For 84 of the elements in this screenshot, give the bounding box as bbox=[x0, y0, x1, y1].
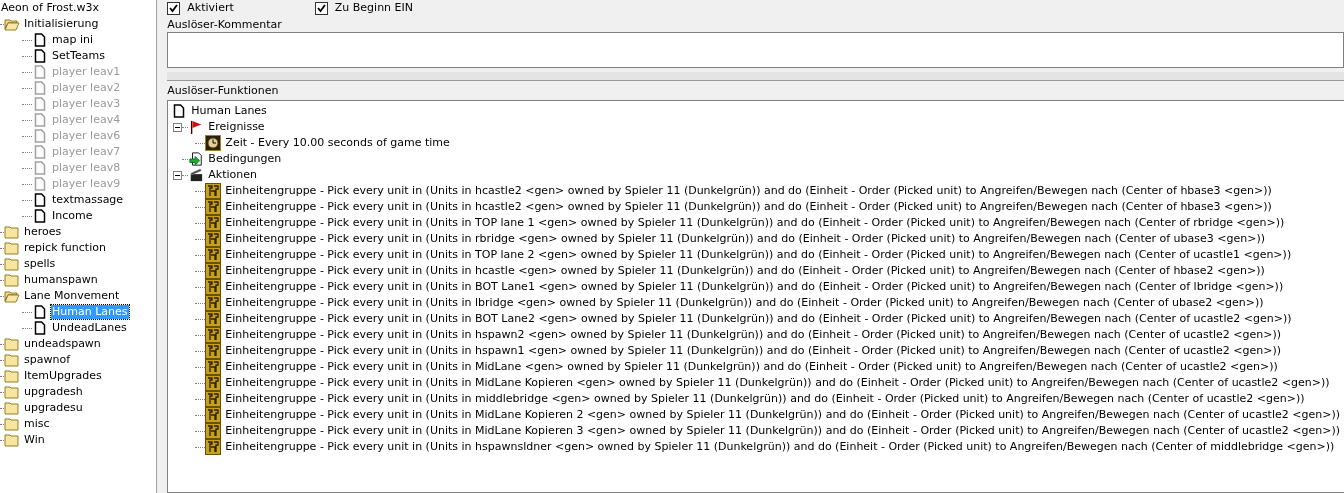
folder-item[interactable]: ItemUpgrades bbox=[23, 369, 103, 383]
trigger-item[interactable]: textmassage bbox=[51, 193, 125, 207]
clapperboard-icon bbox=[188, 168, 205, 182]
function-line[interactable]: Einheitengruppe - Pick every unit in (Units in hspawnsldner <gen> owned by Spieler 11 (Dunkelgrün)) and do (Einheit - Order (Picked unit) to Angreifen/Bewegen nach (Center of middlebridge <gen>)) bbox=[224, 440, 1336, 454]
function-line[interactable]: Einheitengruppe - Pick every unit in (Units in hcastle2 <gen> owned by Spieler 11 (Dunkelgrün)) and do (Einheit - Order (Picked unit) to Angreifen/Bewegen nach (Center of hbase3 <gen>)) bbox=[224, 184, 1273, 198]
trigger-item[interactable]: map ini bbox=[51, 33, 95, 47]
function-line[interactable]: Einheitengruppe - Pick every unit in (Units in MidLane <gen> owned by Spieler 11 (Dunkelgrün)) and do (Einheit - Order (Picked unit) to Angreifen/Bewegen nach (Center of ucastle2 <gen>)) bbox=[224, 360, 1279, 374]
function-line[interactable]: Zeit - Every 10.00 seconds of game time bbox=[224, 136, 451, 150]
function-line[interactable]: Einheitengruppe - Pick every unit in (Units in rbridge <gen> owned by Spieler 11 (Dunkelgrün)) and do (Einheit - Order (Picked unit) to Angreifen/Bewegen nach (Center of ubase3 <gen>)) bbox=[224, 232, 1266, 246]
comment-field[interactable] bbox=[167, 32, 1344, 68]
folder-item[interactable]: upgradesh bbox=[23, 385, 84, 399]
unit-group-icon bbox=[205, 215, 222, 231]
folder-item[interactable]: humanspawn bbox=[23, 273, 99, 287]
page-arrow-icon bbox=[188, 152, 205, 166]
function-line[interactable]: Einheitengruppe - Pick every unit in (Units in BOT Lane1 <gen> owned by Spieler 11 (Dunkelgrün)) and do (Einheit - Order (Picked unit) to Angreifen/Bewegen nach (Center of lbridge <gen>)) bbox=[224, 280, 1285, 294]
checkbox-label: Aktiviert bbox=[186, 1, 235, 15]
folder-item[interactable]: Lane Monvement bbox=[23, 289, 121, 303]
checkbox-label: Zu Beginn EIN bbox=[333, 1, 414, 15]
page-icon bbox=[32, 81, 48, 95]
page-icon bbox=[32, 129, 48, 143]
folder-item[interactable]: spawnof bbox=[23, 353, 72, 367]
page-icon bbox=[32, 113, 48, 127]
trigger-item[interactable]: Income bbox=[51, 209, 94, 223]
function-line[interactable]: Einheitengruppe - Pick every unit in (Units in middlebridge <gen> owned by Spieler 11 (Dunkelgrün)) and do (Einheit - Order (Picked unit) to Angreifen/Bewegen nach (Center of ucastle2 <gen>)) bbox=[224, 392, 1306, 406]
unit-group-icon bbox=[205, 343, 222, 359]
function-line[interactable]: Einheitengruppe - Pick every unit in (Units in MidLane Kopieren 3 <gen> owned by Spieler 11 (Dunkelgrün)) and do (Einheit - Order (Picked unit) to Angreifen/Bewegen nach (Center of ucastle2 <gen>)) bbox=[224, 424, 1341, 438]
trigger-title[interactable]: Human Lanes bbox=[190, 104, 268, 118]
map-file-name[interactable]: Aeon of Frost.w3x bbox=[0, 1, 100, 15]
collapse-toggle-icon[interactable] bbox=[173, 170, 183, 180]
checkbox[interactable] bbox=[167, 1, 181, 15]
clock-icon bbox=[205, 135, 222, 151]
section-label[interactable]: Ereignisse bbox=[207, 120, 266, 134]
unit-group-icon bbox=[205, 439, 222, 455]
page-icon bbox=[32, 321, 48, 335]
unit-group-icon bbox=[205, 391, 222, 407]
folder-item[interactable]: misc bbox=[23, 417, 51, 431]
unit-group-icon bbox=[205, 199, 222, 215]
unit-group-icon bbox=[205, 359, 222, 375]
section-label[interactable]: Aktionen bbox=[207, 168, 259, 182]
function-line[interactable]: Einheitengruppe - Pick every unit in (Units in hspawn2 <gen> owned by Spieler 11 (Dunkelgrün)) and do (Einheit - Order (Picked unit) to Angreifen/Bewegen nach (Center of ucastle2 <gen>)) bbox=[224, 328, 1283, 342]
unit-group-icon bbox=[205, 295, 222, 311]
unit-group-icon bbox=[205, 263, 222, 279]
page-icon bbox=[32, 193, 48, 207]
folder-item[interactable]: undeadspawn bbox=[23, 337, 102, 351]
page-icon bbox=[32, 33, 48, 47]
folder-item[interactable]: heroes bbox=[23, 225, 63, 239]
function-line[interactable]: Einheitengruppe - Pick every unit in (Units in MidLane Kopieren 2 <gen> owned by Spieler 11 (Dunkelgrün)) and do (Einheit - Order (Picked unit) to Angreifen/Bewegen nach (Center of ucastle2 <gen>)) bbox=[224, 408, 1341, 422]
function-line[interactable]: Einheitengruppe - Pick every unit in (Units in hcastle2 <gen> owned by Spieler 11 (Dunkelgrün)) and do (Einheit - Order (Picked unit) to Angreifen/Bewegen nach (Center of hbase3 <gen>)) bbox=[224, 200, 1273, 214]
page-icon bbox=[32, 209, 48, 223]
page-icon bbox=[32, 65, 48, 79]
unit-group-icon bbox=[205, 423, 222, 439]
functions-label: Auslöser-Funktionen bbox=[167, 83, 280, 98]
unit-group-icon bbox=[205, 183, 222, 199]
trigger-item[interactable]: UndeadLanes bbox=[51, 321, 128, 335]
unit-group-icon bbox=[205, 279, 222, 295]
unit-group-icon bbox=[205, 375, 222, 391]
page-icon bbox=[32, 177, 48, 191]
folder-item[interactable]: Initialisierung bbox=[23, 17, 100, 31]
unit-group-icon bbox=[205, 327, 222, 343]
trigger-item[interactable]: SetTeams bbox=[51, 49, 106, 63]
checkbox[interactable] bbox=[314, 1, 328, 15]
unit-group-icon bbox=[205, 311, 222, 327]
unit-group-icon bbox=[205, 231, 222, 247]
function-line[interactable]: Einheitengruppe - Pick every unit in (Units in TOP lane 2 <gen> owned by Spieler 11 (Dunkelgrün)) and do (Einheit - Order (Picked unit) to Angreifen/Bewegen nach (Center of ucastle1 <gen>)) bbox=[224, 248, 1293, 262]
page-icon bbox=[32, 49, 48, 63]
folder-item[interactable]: Win bbox=[23, 433, 46, 447]
section-label[interactable]: Bedingungen bbox=[207, 152, 283, 166]
function-line[interactable]: Einheitengruppe - Pick every unit in (Units in BOT Lane2 <gen> owned by Spieler 11 (Dunkelgrün)) and do (Einheit - Order (Picked unit) to Angreifen/Bewegen nach (Center of ucastle2 <gen>)) bbox=[224, 312, 1293, 326]
unit-group-icon bbox=[205, 407, 222, 423]
collapse-toggle-icon[interactable] bbox=[173, 122, 183, 132]
folder-item[interactable]: spells bbox=[23, 257, 57, 271]
comment-label: Auslöser-Kommentar bbox=[167, 17, 283, 32]
page-icon bbox=[32, 161, 48, 175]
page-icon bbox=[32, 97, 48, 111]
function-line[interactable]: Einheitengruppe - Pick every unit in (Units in TOP lane 1 <gen> owned by Spieler 11 (Dunkelgrün)) and do (Einheit - Order (Picked unit) to Angreifen/Bewegen nach (Center of rbridge <gen>)) bbox=[224, 216, 1286, 230]
unit-group-icon bbox=[205, 247, 222, 263]
function-line[interactable]: Einheitengruppe - Pick every unit in (Units in lbridge <gen> owned by Spieler 11 (Dunkelgrün)) and do (Einheit - Order (Picked unit) to Angreifen/Bewegen nach (Center of ubase2 <gen>)) bbox=[224, 296, 1265, 310]
page-icon bbox=[32, 305, 48, 319]
function-line[interactable]: Einheitengruppe - Pick every unit in (Units in hspawn1 <gen> owned by Spieler 11 (Dunkelgrün)) and do (Einheit - Order (Picked unit) to Angreifen/Bewegen nach (Center of ucastle2 <gen>)) bbox=[224, 344, 1283, 358]
folder-item[interactable]: repick function bbox=[23, 241, 107, 255]
function-line[interactable]: Einheitengruppe - Pick every unit in (Units in MidLane Kopieren <gen> owned by Spieler 11 (Dunkelgrün)) and do (Einheit - Order (Picked unit) to Angreifen/Bewegen nach (Center of ucastle2 <gen>)) bbox=[224, 376, 1331, 390]
folder-item[interactable]: upgradesu bbox=[23, 401, 84, 415]
page-icon bbox=[32, 145, 48, 159]
function-line[interactable]: Einheitengruppe - Pick every unit in (Units in hcastle <gen> owned by Spieler 11 (Dunkelgrün)) and do (Einheit - Order (Picked unit) to Angreifen/Bewegen nach (Center of hbase2 <gen>)) bbox=[224, 264, 1266, 278]
